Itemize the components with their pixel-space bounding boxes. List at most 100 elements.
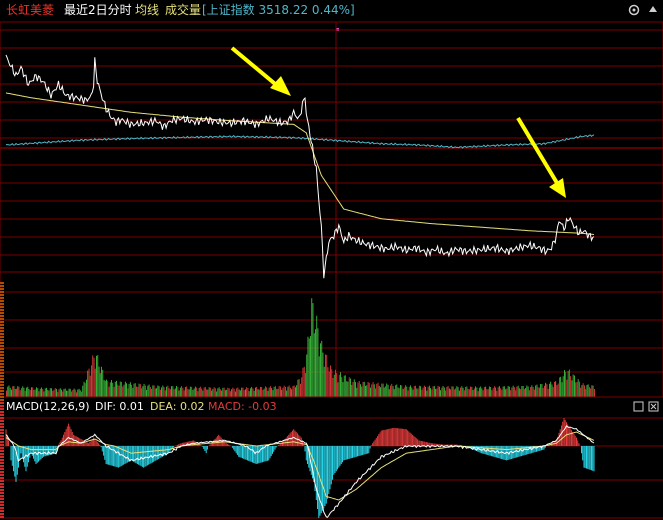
volume-bar	[385, 386, 386, 397]
volume-bar	[544, 385, 545, 397]
volume-bar	[84, 383, 86, 397]
period-label[interactable]: 最近2日分时	[64, 3, 132, 17]
edge-tick	[0, 447, 4, 449]
volume-bar	[571, 380, 573, 397]
edge-tick	[0, 489, 4, 491]
edge-tick	[0, 480, 4, 482]
edge-tick	[0, 456, 4, 458]
volume-bar	[357, 382, 359, 397]
edge-tick	[0, 474, 4, 476]
volume-bar	[199, 386, 201, 397]
edge-tick	[0, 336, 4, 338]
stock-name[interactable]: 长虹美菱	[6, 3, 54, 17]
volume-bar	[300, 383, 301, 397]
volume-bar	[455, 388, 456, 397]
volume-bar	[214, 388, 216, 397]
volume-bar	[361, 386, 363, 397]
volume-bar	[427, 386, 429, 397]
volume-bar	[53, 389, 55, 397]
volume-bar	[425, 387, 426, 397]
volume-bar	[350, 378, 351, 397]
volume-bar	[450, 389, 451, 397]
volume-bar	[572, 374, 574, 397]
index-readout[interactable]: [上证指数 3518.22 0.44%]	[202, 2, 355, 17]
volume-bar	[37, 388, 39, 397]
volume-bar	[233, 388, 235, 397]
volume-bar	[391, 383, 393, 397]
volume-bar	[93, 357, 95, 397]
volume-bar	[82, 385, 84, 397]
volume-bar	[293, 385, 295, 397]
volume-bar	[169, 389, 171, 397]
edge-tick	[0, 462, 4, 464]
volume-bar	[562, 376, 564, 397]
volume-bar	[253, 390, 255, 397]
avg-label[interactable]: 均线	[135, 3, 159, 17]
volume-bar	[567, 370, 569, 397]
volume-bar	[397, 387, 399, 397]
volume-bar	[149, 387, 151, 397]
volume-bar	[206, 389, 208, 397]
edge-tick	[0, 507, 4, 509]
volume-bar	[518, 388, 520, 397]
volume-bar	[219, 389, 221, 397]
volume-label[interactable]: 成交量	[165, 2, 201, 17]
volume-bar	[138, 383, 140, 397]
edge-tick	[0, 483, 4, 485]
volume-bar	[286, 390, 288, 397]
volume-bar	[436, 388, 438, 397]
volume-bar	[166, 386, 167, 397]
volume-bar	[358, 380, 360, 397]
edge-tick	[0, 306, 4, 308]
edge-tick	[0, 435, 4, 437]
volume-bar	[29, 390, 31, 397]
edge-tick	[0, 303, 4, 305]
volume-bar	[443, 387, 445, 397]
volume-bar	[156, 388, 157, 397]
edge-tick	[0, 327, 4, 329]
volume-bar	[416, 388, 418, 397]
volume-bar	[557, 383, 559, 397]
volume-bar	[147, 385, 149, 397]
volume-bar	[262, 390, 264, 397]
volume-bar	[71, 391, 72, 397]
volume-bar	[275, 386, 276, 397]
volume-bar	[316, 315, 318, 397]
edge-tick	[0, 438, 4, 440]
edge-tick	[0, 360, 4, 362]
volume-bar	[177, 386, 179, 397]
edge-tick	[0, 345, 4, 347]
volume-bar	[49, 388, 51, 397]
volume-bar	[512, 385, 514, 397]
volume-bar	[501, 389, 503, 397]
volume-bar	[285, 387, 286, 397]
volume-bar	[51, 388, 52, 397]
volume-bar	[301, 377, 303, 397]
volume-bar	[38, 391, 40, 397]
volume-bar	[207, 389, 209, 397]
volume-bar	[43, 391, 45, 397]
volume-bar	[337, 382, 339, 397]
edge-tick	[0, 450, 4, 452]
volume-bar	[276, 388, 278, 397]
volume-bar	[21, 388, 22, 397]
edge-tick	[0, 495, 4, 497]
volume-bar	[129, 382, 131, 397]
volume-bar	[317, 328, 319, 397]
volume-bar	[87, 370, 89, 397]
edge-tick	[0, 330, 4, 332]
edge-tick	[0, 288, 4, 290]
volume-bar	[308, 338, 310, 397]
edge-tick	[0, 300, 4, 302]
volume-bar	[183, 390, 185, 397]
volume-bar	[196, 387, 198, 397]
volume-bar	[246, 387, 248, 397]
volume-bar	[174, 388, 176, 397]
volume-bar	[291, 389, 293, 397]
volume-bar	[148, 384, 150, 397]
volume-bar	[79, 390, 81, 397]
volume-bar	[530, 386, 532, 397]
volume-bar	[176, 386, 177, 397]
volume-bar	[461, 386, 463, 397]
volume-bar	[251, 386, 253, 397]
